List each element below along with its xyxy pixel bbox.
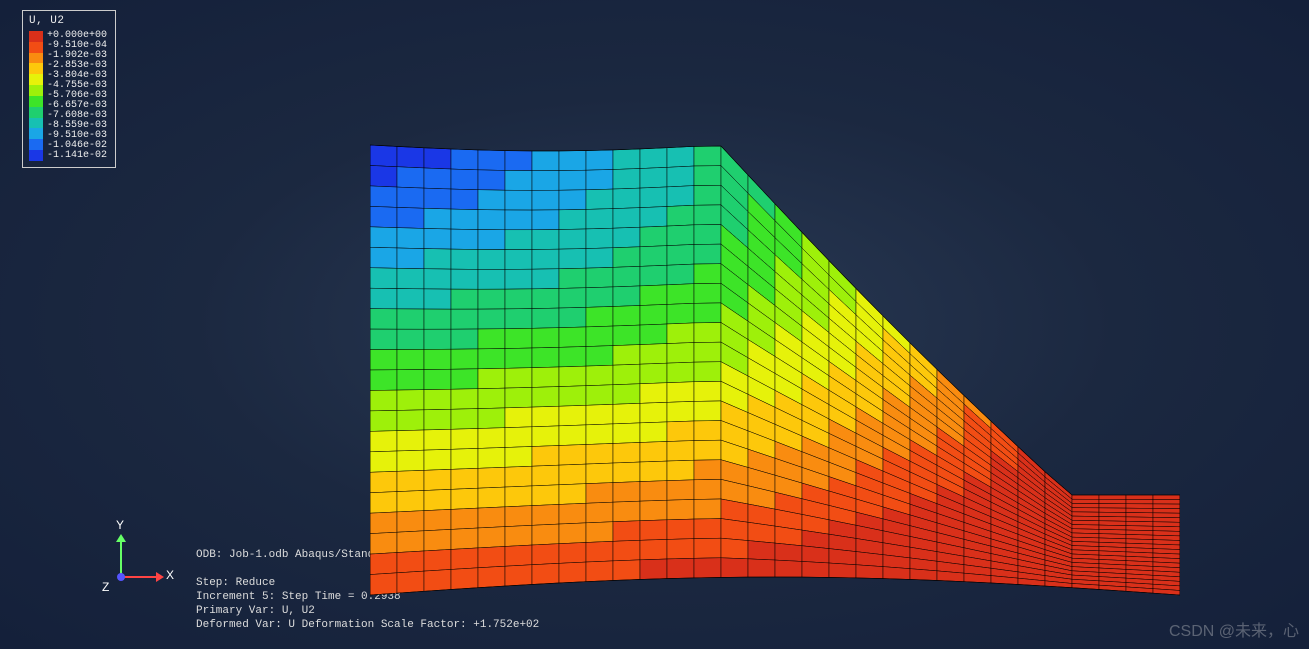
contour-svg [370,140,1180,600]
triad-z-label: Z [102,580,109,594]
x-axis-icon [120,576,158,578]
legend-swatch [29,42,43,53]
y-arrow-icon [116,534,126,542]
deformed-var-line: Deformed Var: U Deformation Scale Factor… [196,618,671,632]
legend-colorbar [29,31,43,161]
z-axis-icon [117,573,125,581]
primary-var-line: Primary Var: U, U2 [196,604,671,618]
legend-swatch [29,150,43,161]
triad-x-label: X [166,568,174,582]
triad-y-label: Y [116,518,124,532]
legend-swatch [29,118,43,129]
legend-body: +0.000e+00-9.510e-04-1.902e-03-2.853e-03… [29,31,107,161]
legend-value: -1.141e-02 [47,151,107,161]
y-axis-icon [120,538,122,576]
legend-swatch [29,53,43,64]
legend-swatch [29,139,43,150]
legend-swatch [29,128,43,139]
view-triad: Y X Z [108,538,168,598]
legend-swatch [29,31,43,42]
legend-swatch [29,85,43,96]
contour-plot[interactable] [370,140,1180,600]
contour-legend: U, U2 +0.000e+00-9.510e-04-1.902e-03-2.8… [22,10,116,168]
legend-swatch [29,96,43,107]
legend-labels: +0.000e+00-9.510e-04-1.902e-03-2.853e-03… [47,31,107,161]
x-arrow-icon [156,572,164,582]
legend-swatch [29,107,43,118]
legend-title: U, U2 [29,15,107,27]
watermark: CSDN @未来，心 [1169,617,1299,641]
legend-swatch [29,63,43,74]
legend-swatch [29,74,43,85]
